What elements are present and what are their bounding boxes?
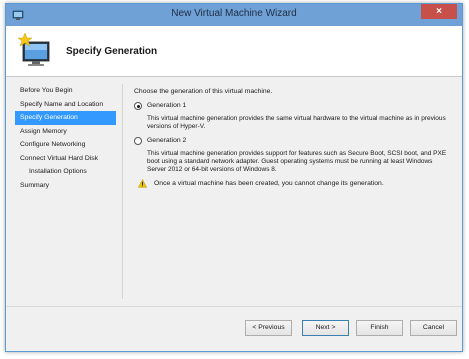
content-panel: Choose the generation of this virtual ma… <box>134 88 449 191</box>
window-title: New Virtual Machine Wizard <box>171 8 297 19</box>
new-vm-icon <box>17 32 50 66</box>
next-button[interactable]: Next > <box>302 320 349 336</box>
generation-1-radio[interactable] <box>134 102 142 110</box>
nav-item-assign-memory[interactable]: Assign Memory <box>15 125 116 139</box>
previous-button[interactable]: < Previous <box>245 320 292 336</box>
page-title: Specify Generation <box>66 46 158 57</box>
generation-1-description: This virtual machine generation provides… <box>147 115 446 130</box>
generation-warning: Once a virtual machine has been created,… <box>134 179 449 191</box>
wizard-window: New Virtual Machine Wizard × Specify Gen… <box>5 3 463 352</box>
footer-divider <box>6 306 462 307</box>
nav-item-specify-generation[interactable]: Specify Generation <box>15 111 116 125</box>
close-button[interactable]: × <box>421 4 457 19</box>
generation-2-radio[interactable] <box>134 137 142 145</box>
nav-item-installation-options[interactable]: Installation Options <box>15 165 116 179</box>
nav-item-connect-vhd[interactable]: Connect Virtual Hard Disk <box>15 152 116 166</box>
warning-icon <box>138 179 147 188</box>
nav-item-specify-name[interactable]: Specify Name and Location <box>15 98 116 112</box>
generation-1-option: Generation 1 This virtual machine genera… <box>134 101 449 131</box>
nav-divider <box>122 84 123 299</box>
generation-2-option: Generation 2 This virtual machine genera… <box>134 136 449 174</box>
generation-2-row[interactable]: Generation 2 <box>134 136 449 148</box>
generation-2-label[interactable]: Generation 2 <box>147 137 186 144</box>
nav-item-configure-networking[interactable]: Configure Networking <box>15 138 116 152</box>
finish-button[interactable]: Finish <box>356 320 403 336</box>
generation-1-label[interactable]: Generation 1 <box>147 102 186 109</box>
warning-text: Once a virtual machine has been created,… <box>154 180 384 187</box>
generation-2-description: This virtual machine generation provides… <box>147 150 447 173</box>
wizard-header: Specify Generation <box>6 26 462 77</box>
nav-item-before-you-begin[interactable]: Before You Begin <box>15 84 116 98</box>
intro-text: Choose the generation of this virtual ma… <box>134 88 273 95</box>
generation-1-row[interactable]: Generation 1 <box>134 101 449 113</box>
cancel-button[interactable]: Cancel <box>410 320 457 336</box>
wizard-nav: Before You Begin Specify Name and Locati… <box>15 84 116 299</box>
nav-item-summary[interactable]: Summary <box>15 179 116 193</box>
title-bar[interactable]: New Virtual Machine Wizard × <box>6 4 462 26</box>
